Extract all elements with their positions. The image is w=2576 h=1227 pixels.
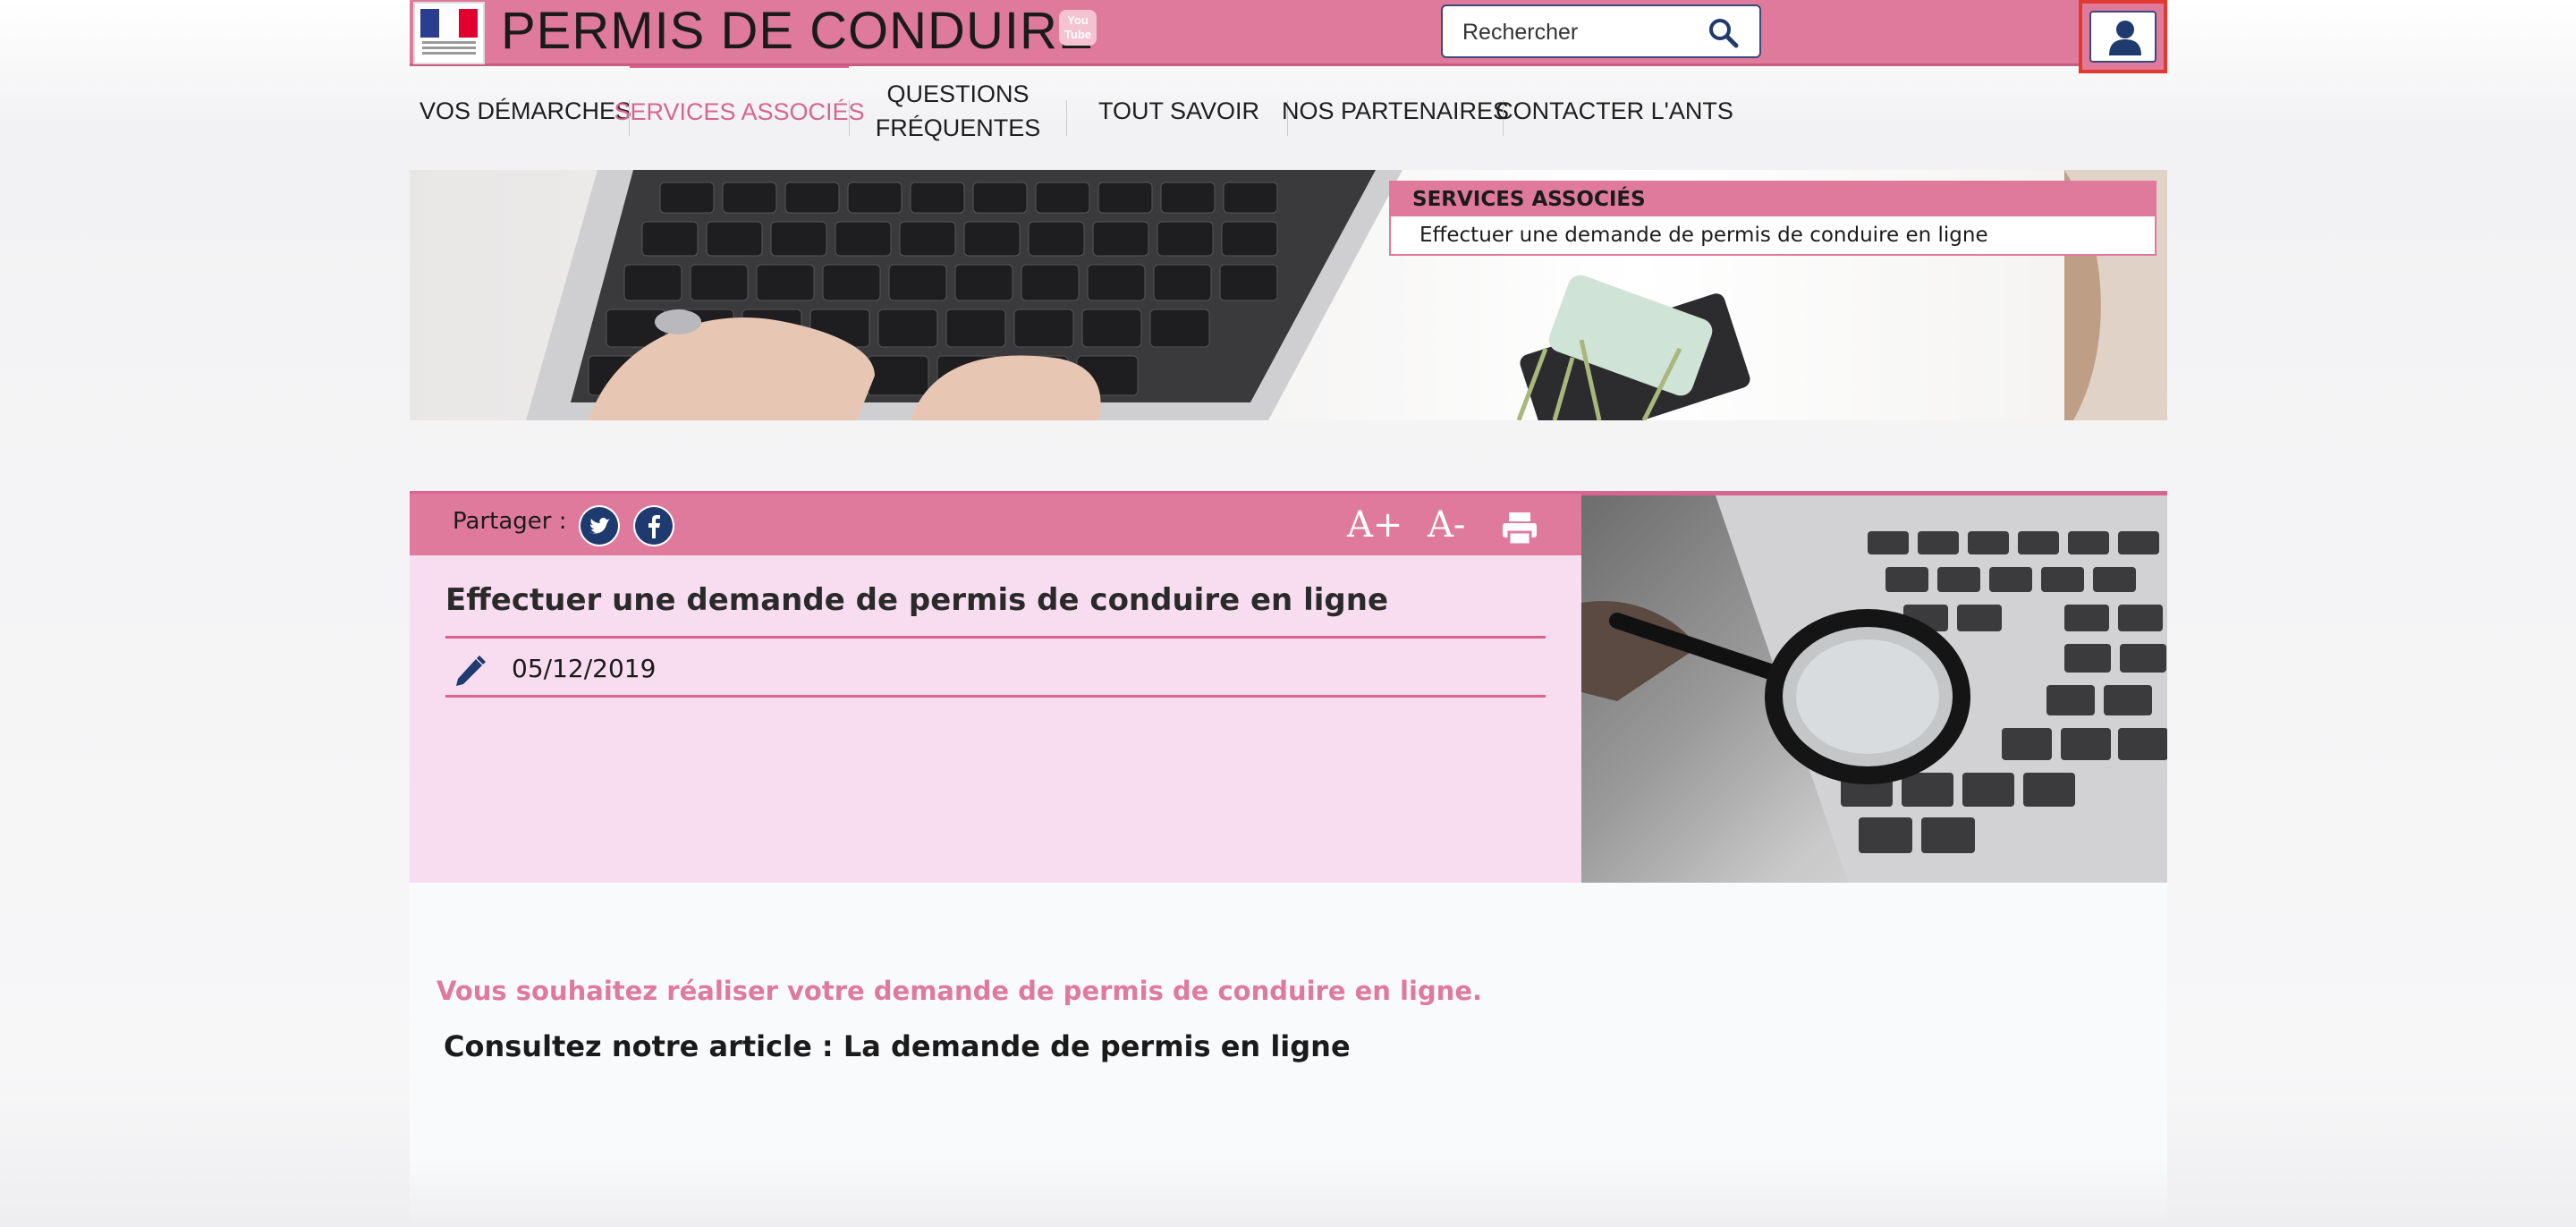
nav-services-associes[interactable]: SERVICES ASSOCIÉS <box>614 66 865 156</box>
site-title[interactable]: PERMIS DE CONDUIRE <box>501 2 1094 61</box>
nav-nos-partenaires[interactable]: NOS PARTENAIRES <box>1282 66 1509 156</box>
date-divider <box>445 695 1546 698</box>
nav-vos-demarches[interactable]: VOS DÉMARCHES <box>410 66 631 156</box>
search-input[interactable] <box>1462 15 1704 49</box>
youtube-icon[interactable]: You Tube <box>1059 10 1097 46</box>
search-box <box>1441 4 1761 58</box>
search-icon[interactable] <box>1707 17 1740 49</box>
font-decrease-button[interactable]: A- <box>1428 503 1465 547</box>
consult-line: Consultez notre article : La demande de … <box>444 1029 1351 1063</box>
hero-banner: SERVICES ASSOCIÉS Effectuer une demande … <box>410 170 2167 420</box>
article-header-panel: Effectuer une demande de permis de condu… <box>410 555 1581 883</box>
print-icon[interactable] <box>1501 506 1538 551</box>
nav-contacter-ants[interactable]: CONTACTER L'ANTS <box>1496 66 1733 156</box>
pencil-icon <box>456 656 486 686</box>
consult-article-link[interactable]: La demande de permis en ligne <box>843 1029 1351 1063</box>
logo-text-lines <box>422 41 476 57</box>
magnifying-glass-illustration <box>1581 495 2167 883</box>
magnifier-laptop-photo <box>1581 491 2167 883</box>
article-content: Vous souhaitez réaliser votre demande de… <box>410 883 2167 1227</box>
user-icon <box>2109 21 2141 55</box>
facebook-icon <box>635 507 673 545</box>
facebook-share-button[interactable] <box>633 505 674 546</box>
account-button-frame <box>2089 11 2157 63</box>
article-toolbar: Partager : A+ A- <box>410 491 1581 555</box>
services-box-link[interactable]: Effectuer une demande de permis de condu… <box>1391 216 2155 254</box>
ants-logo[interactable] <box>413 2 485 64</box>
share-label: Partager : <box>453 508 567 535</box>
font-increase-button[interactable]: A+ <box>1347 503 1402 547</box>
article-date: 05/12/2019 <box>512 654 657 683</box>
nav-questions-frequentes[interactable]: QUESTIONS FRÉQUENTES <box>850 66 1066 156</box>
nav-tout-savoir[interactable]: TOUT SAVOIR <box>1067 66 1291 156</box>
page: PERMIS DE CONDUIRE You Tube VOS DÉMARCHE… <box>410 0 2167 1227</box>
services-associes-box: SERVICES ASSOCIÉS Effectuer une demande … <box>1389 181 2157 256</box>
services-box-heading: SERVICES ASSOCIÉS <box>1391 182 2155 216</box>
title-divider <box>445 636 1546 639</box>
consult-label: Consultez notre article : <box>444 1029 843 1063</box>
main-nav: VOS DÉMARCHES SERVICES ASSOCIÉS QUESTION… <box>410 66 1751 156</box>
article-lead: Vous souhaitez réaliser votre demande de… <box>436 976 1483 1006</box>
account-button[interactable] <box>2079 0 2167 73</box>
header-bar: PERMIS DE CONDUIRE You Tube <box>410 0 2167 66</box>
twitter-share-button[interactable] <box>579 505 620 546</box>
french-flag-icon <box>420 9 478 38</box>
twitter-icon <box>580 507 618 545</box>
article-title: Effectuer une demande de permis de condu… <box>445 582 1388 618</box>
